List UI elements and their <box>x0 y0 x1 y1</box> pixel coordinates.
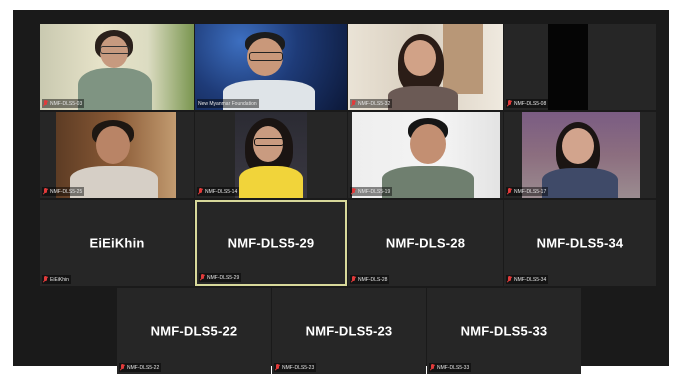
video-tile[interactable]: NMF-DLS5-03 <box>40 24 194 110</box>
video-tile[interactable]: NMF-DLS5-08 <box>504 24 656 110</box>
video-tile-active-speaker[interactable]: NMF-DLS5-29 NMF-DLS5-29 <box>195 200 347 286</box>
video-tile[interactable]: NMF-DLS5-17 <box>504 112 656 198</box>
participant-video <box>56 112 176 198</box>
video-tile[interactable]: NMF-DLS5-32 <box>348 24 503 110</box>
video-tile[interactable]: NMF-DLS5-34 NMF-DLS5-34 <box>504 200 656 286</box>
video-tile[interactable]: EiEiKhin EiEiKhin <box>40 200 194 286</box>
video-tile[interactable]: NMF-DLS5-33 NMF-DLS5-33 <box>427 288 581 374</box>
participant-name-label: New Myanmar Foundation <box>197 99 259 108</box>
participant-video <box>195 24 347 110</box>
participant-video <box>522 112 640 198</box>
mic-muted-icon <box>43 188 48 195</box>
participant-name: EiEiKhin <box>89 235 145 251</box>
participant-name: NMF-DLS5-33 <box>460 323 548 339</box>
mic-muted-icon <box>507 188 512 195</box>
participant-name-label: NMF-DLS-28 <box>350 275 390 284</box>
mic-muted-icon <box>351 276 356 283</box>
mic-muted-icon <box>351 100 356 107</box>
participant-name-label: NMF-DLS5-08 <box>506 99 549 108</box>
participant-name-label: NMF-DLS5-32 <box>350 99 393 108</box>
video-tile[interactable]: NMF-DLS5-14 <box>195 112 347 198</box>
participant-video <box>548 24 588 110</box>
participant-name-label: NMF-DLS5-25 <box>42 187 85 196</box>
video-tile[interactable]: New Myanmar Foundation <box>195 24 347 110</box>
mic-muted-icon <box>507 276 512 283</box>
video-tile[interactable]: NMF-DLS-28 NMF-DLS-28 <box>348 200 503 286</box>
participant-name: NMF-DLS5-23 <box>305 323 393 339</box>
participant-video <box>352 112 500 198</box>
participant-name: NMF-DLS-28 <box>385 235 466 251</box>
mic-muted-icon <box>430 364 435 371</box>
participant-name: NMF-DLS5-34 <box>536 235 624 251</box>
participant-video <box>235 112 307 198</box>
meeting-gallery-view: NMF-DLS5-03 New Myanmar Foundation NMF-D… <box>13 10 669 374</box>
participant-name-label: NMF-DLS5-22 <box>119 363 162 372</box>
mic-muted-icon <box>198 188 203 195</box>
participant-name: NMF-DLS5-22 <box>150 323 238 339</box>
mic-muted-icon <box>507 100 512 107</box>
participant-video <box>40 24 194 110</box>
participant-video <box>348 24 503 110</box>
participant-name-label: NMF-DLS5-34 <box>506 275 549 284</box>
participant-name-label: NMF-DLS5-33 <box>429 363 472 372</box>
participant-name-label: NMF-DLS5-14 <box>197 187 240 196</box>
mic-muted-icon <box>351 188 356 195</box>
video-tile[interactable]: NMF-DLS5-25 <box>40 112 194 198</box>
participant-name-label: NMF-DLS5-29 <box>199 273 242 282</box>
mic-muted-icon <box>120 364 125 371</box>
participant-name-label: NMF-DLS5-23 <box>274 363 317 372</box>
participant-name-label: EiEiKhin <box>42 275 71 284</box>
mic-muted-icon <box>275 364 280 371</box>
video-tile[interactable]: NMF-DLS5-19 <box>348 112 503 198</box>
participant-name-label: NMF-DLS5-17 <box>506 187 549 196</box>
mic-muted-icon <box>43 276 48 283</box>
participant-name-label: NMF-DLS5-03 <box>42 99 85 108</box>
mic-muted-icon <box>200 274 205 281</box>
participant-name-label: NMF-DLS5-19 <box>350 187 393 196</box>
video-tile[interactable]: NMF-DLS5-23 NMF-DLS5-23 <box>272 288 426 374</box>
participant-name: NMF-DLS5-29 <box>227 235 315 251</box>
mic-muted-icon <box>43 100 48 107</box>
video-tile[interactable]: NMF-DLS5-22 NMF-DLS5-22 <box>117 288 271 374</box>
